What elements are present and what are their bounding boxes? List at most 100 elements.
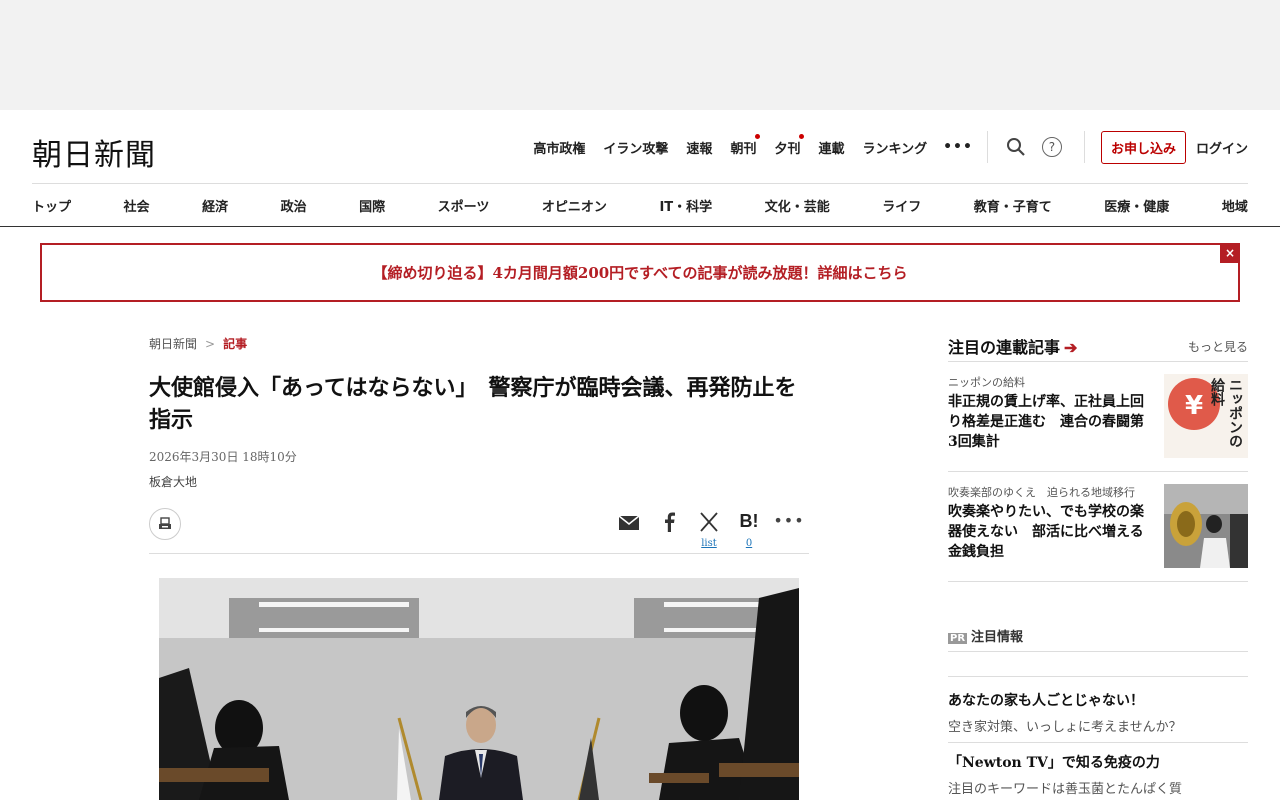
top-link-takaichi[interactable]: 高市政権: [533, 138, 585, 157]
promo-banner[interactable]: 【締め切り迫る】4カ月間月額200円ですべての記事が読み放題！詳細はこちら ×: [40, 243, 1240, 302]
breadcrumb-home[interactable]: 朝日新聞: [149, 337, 197, 351]
top-link-morning[interactable]: 朝刊: [730, 133, 761, 157]
featured-series-label: 注目の連載記事: [948, 338, 1061, 357]
share-icons: list B! 0 •••: [609, 508, 809, 549]
top-link-label: ランキング: [862, 141, 928, 157]
promo-text: 【締め切り迫る】4カ月間月額200円ですべての記事が読み放題！詳細はこちら: [372, 264, 908, 282]
nav-item-sports[interactable]: スポーツ: [438, 196, 490, 215]
top-link-breaking[interactable]: 速報: [686, 138, 712, 157]
top-link-label: 速報: [686, 141, 713, 157]
nav-item-top[interactable]: トップ: [32, 196, 71, 215]
pr-item[interactable]: 「Newton TV」で知る免疫の力 注目のキーワードは善玉菌とたんぱく質: [948, 752, 1248, 797]
divider: [986, 131, 988, 163]
nav-item-economy[interactable]: 経済: [202, 196, 228, 215]
breadcrumb-separator: >: [205, 337, 216, 351]
top-link-series[interactable]: 連載: [818, 138, 844, 157]
pr-title: 注目情報: [971, 630, 1024, 645]
press-conference-photo: [159, 578, 799, 800]
nav-item-politics[interactable]: 政治: [281, 196, 307, 215]
divider: [0, 226, 1280, 227]
top-link-label: 夕刊: [774, 141, 801, 157]
login-link[interactable]: ログイン: [1196, 138, 1248, 157]
divider: [948, 742, 1248, 743]
series-title[interactable]: 吹奏楽やりたい、でも学校の楽器使えない 部活に比べ増える金銭負担: [948, 502, 1152, 562]
nav-item-opinion[interactable]: オピニオン: [542, 196, 607, 215]
breadcrumb: 朝日新聞 > 記事: [149, 335, 809, 352]
print-icon: [159, 517, 171, 529]
series-title[interactable]: 非正規の賃上げ率、正社員上回り格差是正進む 連合の春闘第3回集計: [948, 392, 1152, 452]
share-mail-button[interactable]: [609, 508, 649, 548]
pr-item-subtitle[interactable]: 注目のキーワードは善玉菌とたんぱく質: [948, 778, 1248, 797]
hatena-icon: B!: [739, 511, 759, 531]
divider: [1083, 131, 1085, 163]
nav-item-health[interactable]: 医療・健康: [1104, 196, 1169, 215]
series-thumbnail[interactable]: ¥ ニッポンの給料: [1164, 374, 1248, 458]
nav-item-region[interactable]: 地域: [1222, 196, 1248, 215]
site-logo[interactable]: 朝日新聞: [32, 130, 156, 174]
nav-item-culture[interactable]: 文化・芸能: [765, 196, 830, 215]
top-link-ranking[interactable]: ランキング: [862, 138, 927, 157]
mail-icon: [618, 515, 640, 530]
pr-item-title[interactable]: 「Newton TV」で知る免疫の力: [948, 752, 1248, 772]
nav-item-society[interactable]: 社会: [124, 196, 150, 215]
pr-item[interactable]: あなたの家も人ごとじゃない！ 空き家対策、いっしょに考えませんか？: [948, 690, 1248, 735]
new-dot: [799, 133, 805, 139]
print-button[interactable]: [149, 508, 181, 540]
x-share-count[interactable]: list: [689, 538, 729, 549]
top-link-label: 高市政権: [533, 141, 586, 157]
nav-item-education[interactable]: 教育・子育て: [974, 196, 1052, 215]
salary-series-logo-text: ニッポンの給料: [1209, 378, 1243, 448]
share-more-button[interactable]: •••: [769, 508, 809, 548]
series-item[interactable]: ニッポンの給料 非正規の賃上げ率、正社員上回り格差是正進む 連合の春闘第3回集計…: [948, 362, 1248, 472]
hatena-share-count[interactable]: 0: [729, 538, 769, 549]
featured-series-header: 注目の連載記事 ➔ もっと見る: [948, 330, 1248, 362]
help-icon: ?: [1041, 137, 1062, 157]
top-ad-banner: [0, 0, 1280, 110]
divider: [948, 676, 1248, 677]
facebook-icon: [665, 512, 675, 532]
top-link-iran[interactable]: イラン攻撃: [603, 138, 668, 157]
see-more-link[interactable]: もっと見る: [1188, 338, 1248, 355]
search-button[interactable]: [1002, 133, 1030, 161]
sidebar: 注目の連載記事 ➔ もっと見る ニッポンの給料 非正規の賃上げ率、正社員上回り格差…: [948, 330, 1248, 582]
nav-item-life[interactable]: ライフ: [882, 196, 921, 215]
close-icon[interactable]: ×: [1220, 243, 1240, 263]
featured-series-title[interactable]: 注目の連載記事 ➔: [948, 334, 1077, 358]
series-thumbnail[interactable]: [1164, 484, 1248, 568]
top-link-label: イラン攻撃: [603, 141, 669, 157]
svg-text:¥: ¥: [1185, 391, 1203, 421]
article-date: 2026年3月30日 18時10分: [149, 450, 297, 464]
series-item[interactable]: 吹奏楽部のゆくえ 迫られる地域移行 吹奏楽やりたい、でも学校の楽器使えない 部活…: [948, 472, 1248, 582]
nav-item-international[interactable]: 国際: [359, 196, 385, 215]
breadcrumb-current[interactable]: 記事: [223, 337, 247, 351]
top-links: 高市政権 イラン攻撃 速報 朝刊 夕刊 連載 ランキング ••• ? お申し込み…: [533, 130, 1248, 164]
band-photo: [1164, 484, 1248, 568]
share-hatena-button[interactable]: B! 0: [729, 508, 769, 549]
more-menu-button[interactable]: •••: [943, 139, 973, 155]
article-author[interactable]: 板倉大地: [149, 473, 809, 490]
share-x-button[interactable]: list: [689, 508, 729, 549]
share-bar: list B! 0 •••: [149, 504, 809, 554]
top-link-evening[interactable]: 夕刊: [774, 133, 805, 157]
series-kicker[interactable]: ニッポンの給料: [948, 374, 1025, 390]
pr-item-title[interactable]: あなたの家も人ごとじゃない！: [948, 690, 1248, 710]
new-dot: [755, 133, 761, 139]
nav-item-it-science[interactable]: IT・科学: [659, 196, 712, 215]
top-link-label: 朝刊: [730, 141, 757, 157]
subscribe-button[interactable]: お申し込み: [1100, 130, 1186, 164]
pr-badge: PR: [948, 633, 968, 644]
x-icon: [700, 512, 718, 532]
article-headline: 大使館侵入「あってはならない」 警察庁が臨時会議、再発防止を指示: [149, 375, 797, 433]
more-icon: •••: [773, 511, 805, 530]
pr-item-subtitle[interactable]: 空き家対策、いっしょに考えませんか？: [948, 716, 1248, 735]
article-photo[interactable]: [159, 578, 799, 800]
share-facebook-button[interactable]: [649, 508, 689, 548]
help-button[interactable]: ?: [1038, 133, 1066, 161]
search-icon: [1006, 138, 1025, 156]
series-kicker[interactable]: 吹奏楽部のゆくえ 迫られる地域移行: [948, 484, 1135, 500]
arrow-right-icon: ➔: [1064, 338, 1078, 357]
article: 朝日新聞 > 記事 大使館侵入「あってはならない」 警察庁が臨時会議、再発防止を指示…: [149, 330, 809, 554]
category-nav: トップ 社会 経済 政治 国際 スポーツ オピニオン IT・科学 文化・芸能 ラ…: [32, 184, 1248, 226]
site-header: 朝日新聞 高市政権 イラン攻撃 速報 朝刊 夕刊 連載 ランキング ••• ? …: [0, 110, 1280, 184]
pr-header: PR 注目情報: [948, 626, 1248, 652]
